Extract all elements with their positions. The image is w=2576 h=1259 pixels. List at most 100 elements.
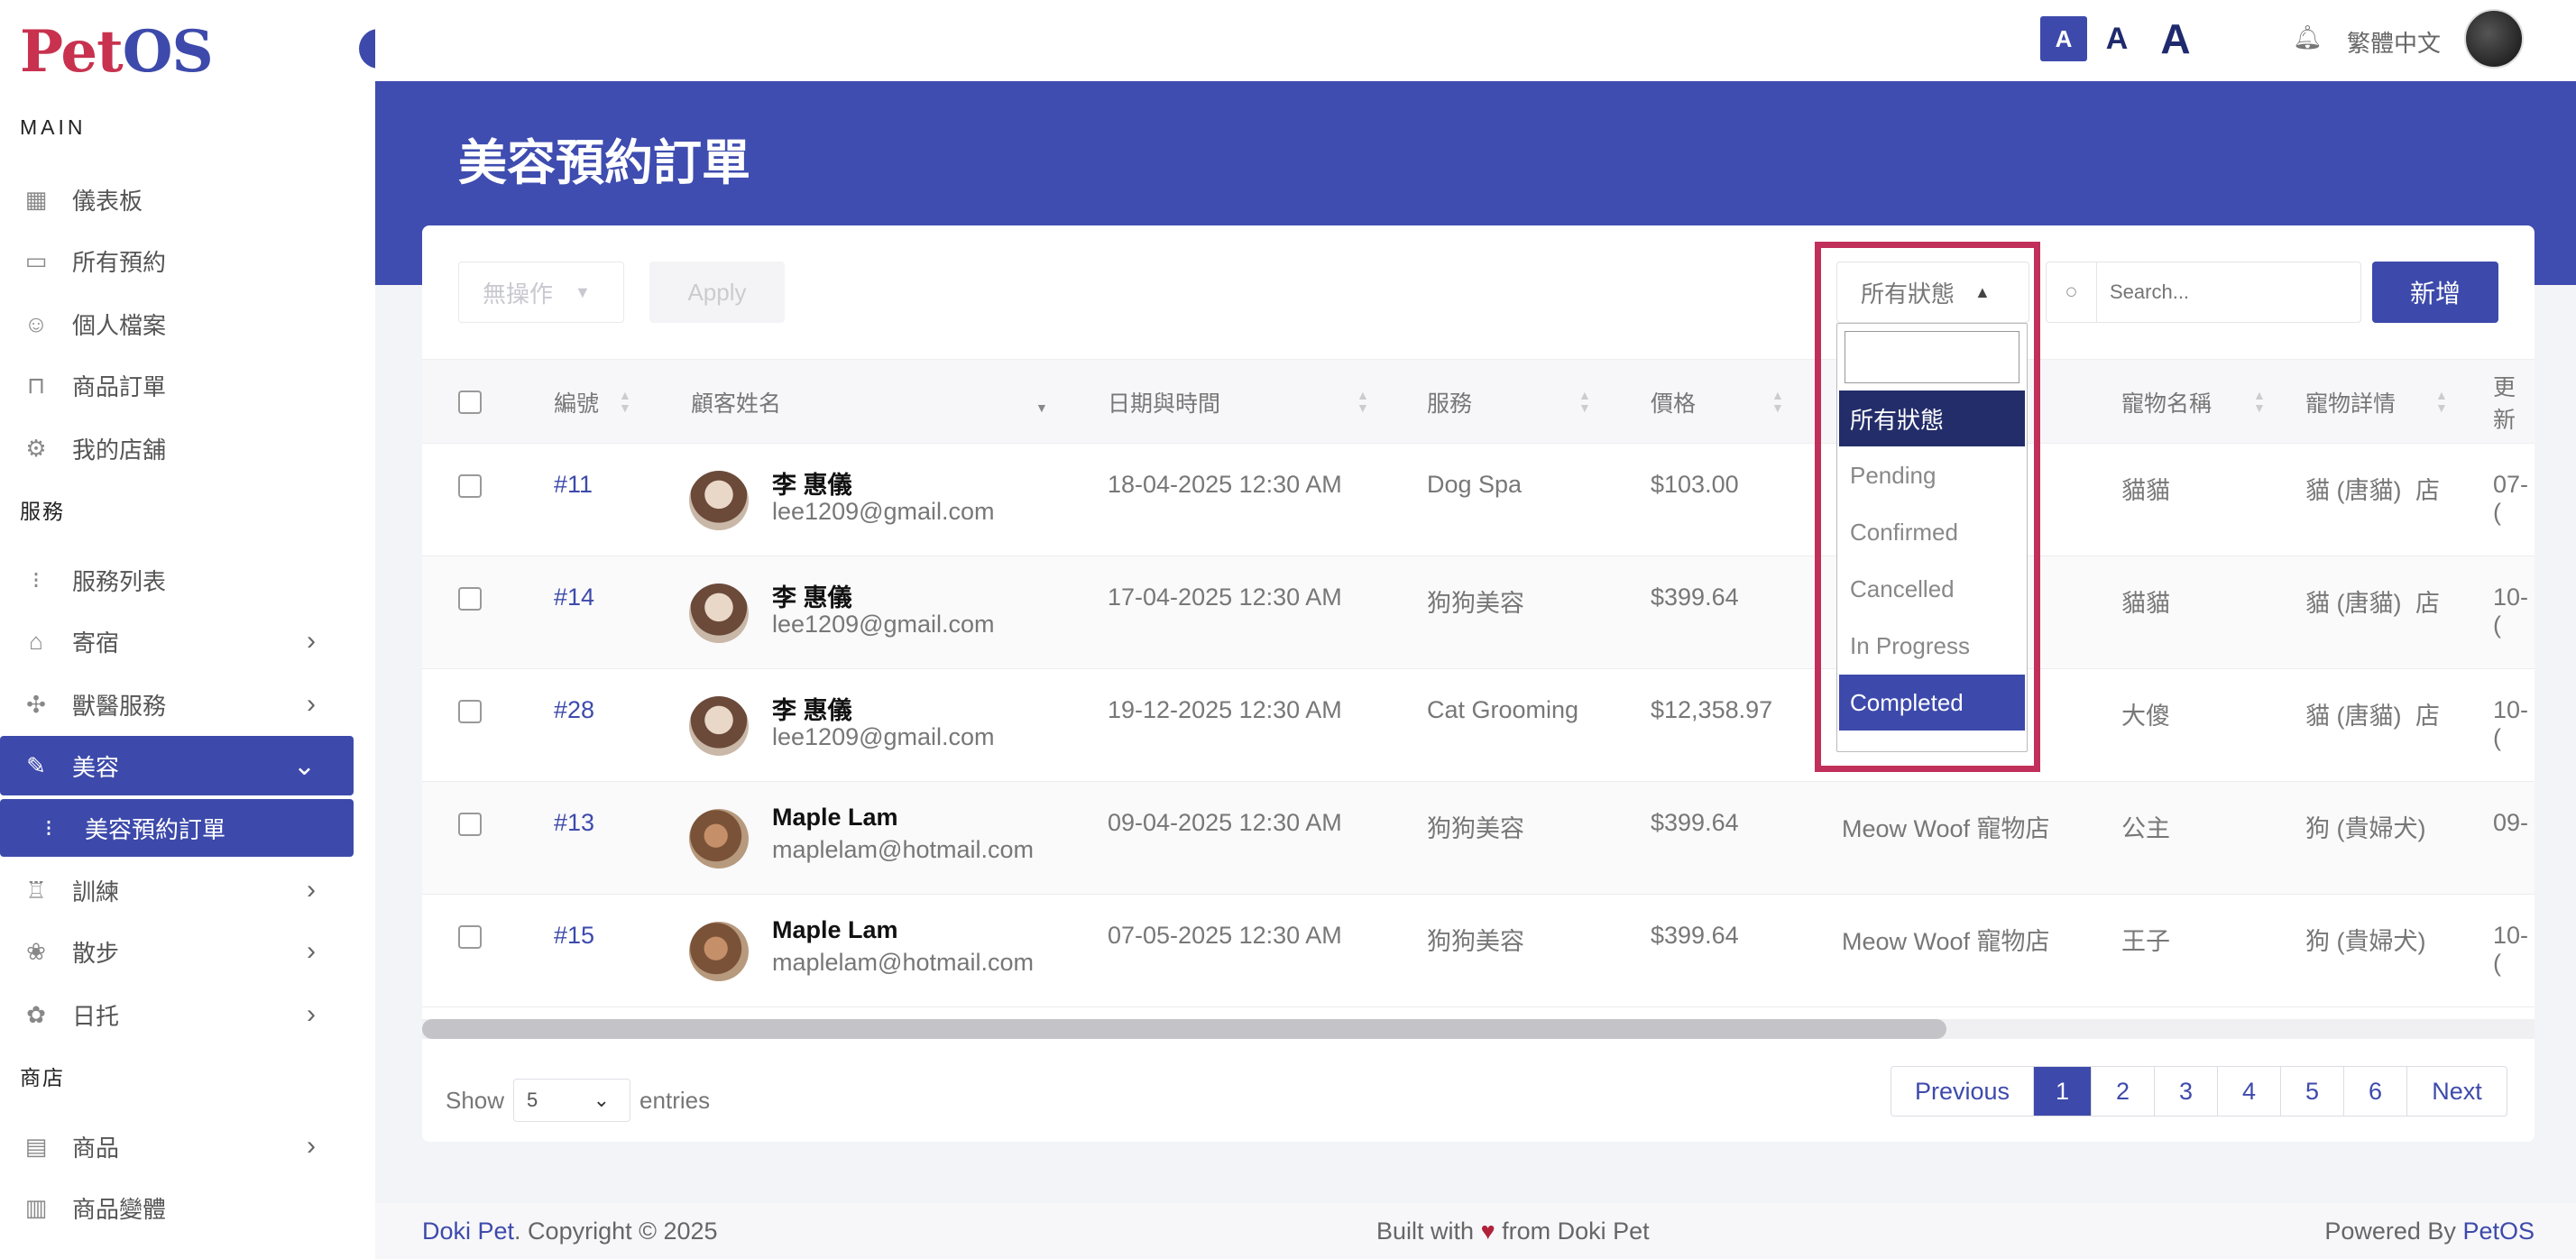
table-row[interactable]: #11 李 惠儀 lee1209@gmail.com 18-04-2025 12… — [422, 444, 2535, 556]
sidebar-item-variants[interactable]: ▥ 商品變體 — [0, 1178, 354, 1237]
horizontal-scrollbar-thumb[interactable] — [422, 1019, 1946, 1039]
page-4-button[interactable]: 4 — [2218, 1067, 2281, 1116]
previous-page-button[interactable]: Previous — [1891, 1067, 2034, 1116]
service-name: 狗狗美容 — [1427, 928, 1524, 955]
next-page-button[interactable]: Next — [2407, 1067, 2507, 1116]
sort-icon[interactable]: ▲ ▼ — [1578, 389, 1591, 414]
footer-brand-link[interactable]: Doki Pet — [422, 1218, 514, 1245]
page-1-button[interactable]: 1 — [2034, 1067, 2092, 1116]
search-icon: ○ — [2047, 262, 2097, 322]
sort-icon[interactable]: ▲ ▼ — [1771, 389, 1784, 414]
row-checkbox[interactable] — [458, 700, 482, 723]
table-row[interactable]: #13 Maple Lam maplelam@hotmail.com 09-04… — [422, 782, 2535, 895]
sort-icon[interactable]: ▼ — [1035, 389, 1048, 414]
page-5-button[interactable]: 5 — [2281, 1067, 2344, 1116]
bulk-action-select[interactable]: 無操作 ▼ — [458, 262, 624, 323]
sidebar-item-my-store[interactable]: ⚙ 我的店舖 — [0, 418, 354, 478]
product-icon: ▤ — [24, 1132, 48, 1160]
table-row[interactable]: #28 李 惠儀 lee1209@gmail.com 19-12-2025 12… — [422, 669, 2535, 782]
customer-email: lee1209@gmail.com — [772, 611, 995, 638]
sidebar-item-profile[interactable]: ☺ 個人檔案 — [0, 294, 354, 354]
header-id[interactable]: 編號 — [554, 360, 599, 445]
search-box: ○ — [2046, 262, 2361, 323]
sidebar-item-dashboard[interactable]: ▦ 儀表板 — [0, 170, 354, 229]
sidebar-item-training[interactable]: ♖ 訓練 › — [0, 860, 354, 920]
chevron-right-icon: › — [307, 936, 316, 966]
sidebar-item-grooming-orders[interactable]: ⁝ 美容預約訂單 — [0, 799, 354, 857]
bell-icon[interactable]: 🔔︎ — [2293, 23, 2323, 51]
section-services: 服務 — [20, 500, 65, 523]
customer-avatar — [689, 584, 749, 643]
customer-name: 李 惠儀 — [772, 472, 852, 499]
pet-name: 大傻 — [2121, 703, 2170, 730]
customer-name: Maple Lam — [772, 804, 898, 831]
row-checkbox[interactable] — [458, 925, 482, 949]
user-avatar[interactable] — [2464, 9, 2524, 69]
walk-icon: ❀ — [26, 937, 46, 965]
row-checkbox[interactable] — [458, 474, 482, 498]
row-checkbox[interactable] — [458, 587, 482, 611]
caret-down-icon: ▼ — [575, 282, 591, 301]
booking-datetime: 07-05-2025 12:30 AM — [1108, 922, 1342, 949]
header-datetime[interactable]: 日期與時間 — [1108, 360, 1220, 445]
page-2-button[interactable]: 2 — [2092, 1067, 2155, 1116]
entries-select[interactable]: 5 ⌄ — [513, 1079, 631, 1122]
header-customer[interactable]: 顧客姓名 — [691, 360, 781, 445]
order-id-link[interactable]: #14 — [554, 584, 594, 611]
shop-name: Meow Woof 寵物店 — [1842, 815, 2050, 842]
select-all-checkbox[interactable] — [458, 391, 482, 414]
sidebar-item-vet[interactable]: ✣ 獸醫服務 › — [0, 675, 354, 734]
order-id-link[interactable]: #13 — [554, 809, 594, 837]
search-input[interactable] — [2097, 262, 2350, 322]
customer-avatar — [689, 922, 749, 981]
service-name: Cat Grooming — [1427, 696, 1579, 723]
price: $399.64 — [1651, 584, 1739, 611]
page-6-button[interactable]: 6 — [2344, 1067, 2407, 1116]
pet-name: 貓貓 — [2121, 590, 2170, 617]
heart-icon: ♥ — [1480, 1218, 1495, 1245]
sidebar-item-daycare[interactable]: ✿ 日托 › — [0, 985, 354, 1044]
sidebar-item-walking[interactable]: ❀ 散步 › — [0, 922, 354, 981]
petos-logo[interactable]: PetOS — [20, 18, 214, 86]
sort-icon[interactable]: ▲ ▼ — [2435, 389, 2448, 414]
sidebar-item-boarding[interactable]: ⌂ 寄宿 › — [0, 611, 354, 671]
font-size-large-button[interactable]: A — [2150, 15, 2201, 62]
order-id-link[interactable]: #15 — [554, 922, 594, 950]
row-checkbox[interactable] — [458, 813, 482, 836]
sidebar-item-grooming[interactable]: ✎ 美容 ⌄ — [0, 736, 354, 795]
shop-name: 店 — [2415, 703, 2440, 730]
updated-date: 10-( — [2493, 584, 2529, 639]
header-service[interactable]: 服務 — [1427, 360, 1472, 445]
footer-credit: Built with ♥ from Doki Pet — [1376, 1218, 1650, 1245]
store-icon: ⚙ — [25, 434, 47, 462]
page-3-button[interactable]: 3 — [2155, 1067, 2218, 1116]
sidebar-item-products[interactable]: ▤ 商品 › — [0, 1117, 354, 1176]
daycare-icon: ✿ — [26, 1000, 46, 1028]
apply-button[interactable]: Apply — [649, 262, 785, 323]
header-pet-name[interactable]: 寵物名稱 — [2121, 360, 2212, 445]
sidebar-item-all-bookings[interactable]: ▭ 所有預約 — [0, 231, 354, 290]
pet-detail: 貓 (唐貓) — [2305, 590, 2402, 617]
header-price[interactable]: 價格 — [1651, 360, 1696, 445]
order-id-link[interactable]: #11 — [554, 471, 593, 499]
language-selector[interactable]: 繁體中文 — [2347, 25, 2441, 59]
sort-icon[interactable]: ▲ ▼ — [619, 389, 631, 414]
add-button[interactable]: 新增 — [2372, 262, 2498, 323]
chevron-right-icon: › — [307, 999, 316, 1029]
sidebar-item-product-orders[interactable]: ⊓ 商品訂單 — [0, 355, 354, 415]
sort-icon[interactable]: ▲ ▼ — [2253, 389, 2266, 414]
table-row[interactable]: #15 Maple Lam maplelam@hotmail.com 07-05… — [422, 895, 2535, 1007]
sort-icon[interactable]: ▲ ▼ — [1357, 389, 1369, 414]
price: $399.64 — [1651, 922, 1739, 949]
header-updated[interactable]: 更新 — [2493, 360, 2535, 445]
sidebar-item-service-list[interactable]: ⁝ 服務列表 — [0, 550, 354, 610]
order-id-link[interactable]: #28 — [554, 696, 594, 724]
table-row[interactable]: #14 李 惠儀 lee1209@gmail.com 17-04-2025 12… — [422, 556, 2535, 669]
brush-icon: ✎ — [26, 751, 46, 779]
font-size-small-button[interactable]: A — [2040, 16, 2087, 61]
chevron-right-icon: › — [307, 1131, 316, 1161]
shop-name: 店 — [2415, 590, 2440, 617]
font-size-medium-button[interactable]: A — [2096, 16, 2138, 61]
header-pet-detail[interactable]: 寵物詳情 — [2305, 360, 2396, 445]
footer-petos-link[interactable]: PetOS — [2462, 1218, 2535, 1245]
